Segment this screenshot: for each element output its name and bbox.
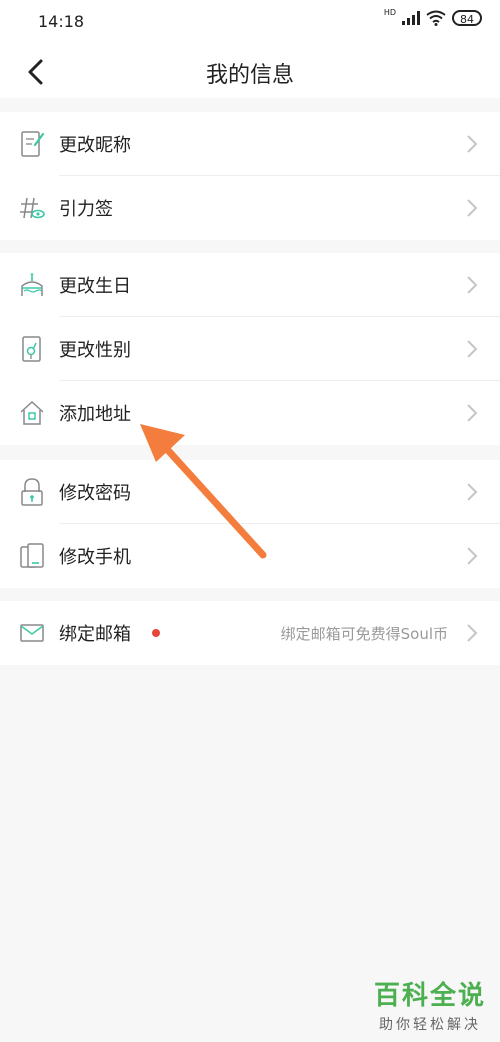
row-label: 更改性别: [59, 340, 131, 361]
chevron-right-icon: [467, 199, 478, 217]
chevron-right-icon: [467, 276, 478, 294]
row-label: 修改密码: [59, 483, 131, 504]
watermark: 百科全说 助你轻松解决: [374, 975, 486, 1034]
row-bind-email[interactable]: 绑定邮箱 绑定邮箱可免费得Soul币: [0, 601, 500, 665]
lock-icon: [21, 478, 43, 506]
status-icons: HD 84: [383, 7, 482, 26]
mail-icon: [20, 624, 44, 642]
phone-icon: [20, 543, 44, 568]
watermark-title: 百科全说: [373, 981, 486, 1011]
settings-group-security: 修改密码 修改手机: [0, 460, 500, 588]
email-reward-hint: 绑定邮箱可免费得Soul币: [280, 624, 448, 643]
edit-icon: [21, 131, 45, 157]
settings-group-personal: 更改生日 更改性别 添加地址: [0, 253, 500, 445]
row-change-password[interactable]: 修改密码: [0, 460, 500, 524]
chevron-right-icon: [467, 404, 478, 422]
row-change-phone[interactable]: 修改手机: [0, 524, 500, 588]
row-label: 添加地址: [59, 404, 131, 425]
navbar: 我的信息: [0, 44, 500, 98]
row-label: 更改生日: [59, 276, 131, 297]
status-bar: 14:18 HD 84: [0, 0, 500, 44]
cake-icon: [21, 273, 43, 296]
signal-icon: [402, 11, 420, 25]
chevron-right-icon: [467, 483, 478, 501]
settings-group-email: 绑定邮箱 绑定邮箱可免费得Soul币: [0, 601, 500, 665]
chevron-right-icon: [467, 624, 478, 642]
watermark-subtitle: 助你轻松解决: [378, 1017, 481, 1033]
chevron-right-icon: [467, 340, 478, 358]
chevron-right-icon: [467, 135, 478, 153]
gender-icon: [22, 336, 41, 362]
row-label: 绑定邮箱: [59, 624, 131, 645]
house-icon: [20, 400, 44, 425]
row-label: 修改手机: [59, 547, 131, 568]
row-label: 更改昵称: [59, 135, 131, 156]
chevron-right-icon: [467, 547, 478, 565]
row-change-nickname[interactable]: 更改昵称: [0, 112, 500, 176]
wifi-icon: [426, 10, 446, 26]
notification-dot: [152, 629, 160, 637]
battery-indicator: 84: [452, 10, 482, 26]
status-time: 14:18: [38, 12, 85, 31]
row-add-address[interactable]: 添加地址: [0, 381, 500, 445]
row-change-birthday[interactable]: 更改生日: [0, 253, 500, 317]
row-label: 引力签: [59, 199, 113, 220]
row-change-gender[interactable]: 更改性别: [0, 317, 500, 381]
row-gravity-tag[interactable]: 引力签: [0, 176, 500, 240]
hd-indicator: HD: [383, 7, 396, 17]
settings-group-profile: 更改昵称 引力签: [0, 112, 500, 240]
hashtag-icon: [20, 197, 45, 219]
page-title: 我的信息: [205, 63, 294, 88]
